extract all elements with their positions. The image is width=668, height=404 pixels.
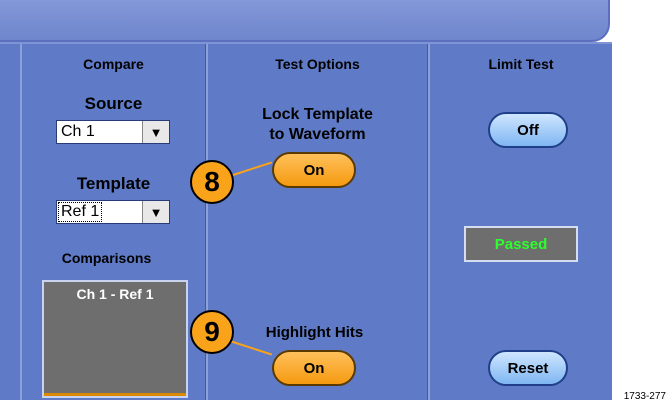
highlight-hits-label: Highlight Hits (265, 324, 364, 341)
template-value: Ref 1 (57, 202, 103, 222)
reset-button[interactable]: Reset (488, 350, 568, 386)
test-options-header: Test Options (275, 56, 360, 72)
source-value: Ch 1 (61, 123, 95, 140)
template-dropdown[interactable]: Ref 1 ▼ (56, 200, 170, 224)
source-dropdown[interactable]: Ch 1 ▼ (56, 120, 170, 144)
limit-test-column: Limit Test Off Passed Reset (428, 44, 612, 400)
figure-id: 1733-277 (623, 391, 666, 402)
template-label: Template (76, 174, 151, 193)
lock-template-label-line1: Lock Template (262, 106, 373, 123)
limit-test-off-button[interactable]: Off (488, 112, 568, 148)
compare-header: Compare (83, 56, 144, 72)
highlight-hits-on-button[interactable]: On (272, 350, 356, 386)
lock-template-on-button[interactable]: On (272, 152, 356, 188)
callout-marker-9: 9 (190, 310, 234, 354)
window-title-bar (0, 0, 610, 42)
compare-column: Compare Source Ch 1 ▼ Template Ref 1 ▼ C… (20, 44, 206, 400)
test-options-column: Test Options Lock Template to Waveform O… (206, 44, 428, 400)
test-status-indicator: Passed (464, 226, 578, 262)
limit-test-header: Limit Test (488, 56, 554, 72)
list-item[interactable]: Ch 1 - Ref 1 (44, 286, 186, 302)
dropdown-arrow-icon[interactable]: ▼ (142, 201, 169, 223)
list-scroll-indicator (44, 393, 186, 396)
dropdown-arrow-icon[interactable]: ▼ (142, 121, 169, 143)
callout-marker-8: 8 (190, 160, 234, 204)
lock-template-label-line2: to Waveform (269, 126, 366, 143)
comparisons-label: Comparisons (61, 250, 152, 266)
source-label: Source (84, 94, 143, 113)
comparisons-list[interactable]: Ch 1 - Ref 1 (42, 280, 188, 398)
limit-test-window: Compare Source Ch 1 ▼ Template Ref 1 ▼ C… (0, 0, 612, 400)
